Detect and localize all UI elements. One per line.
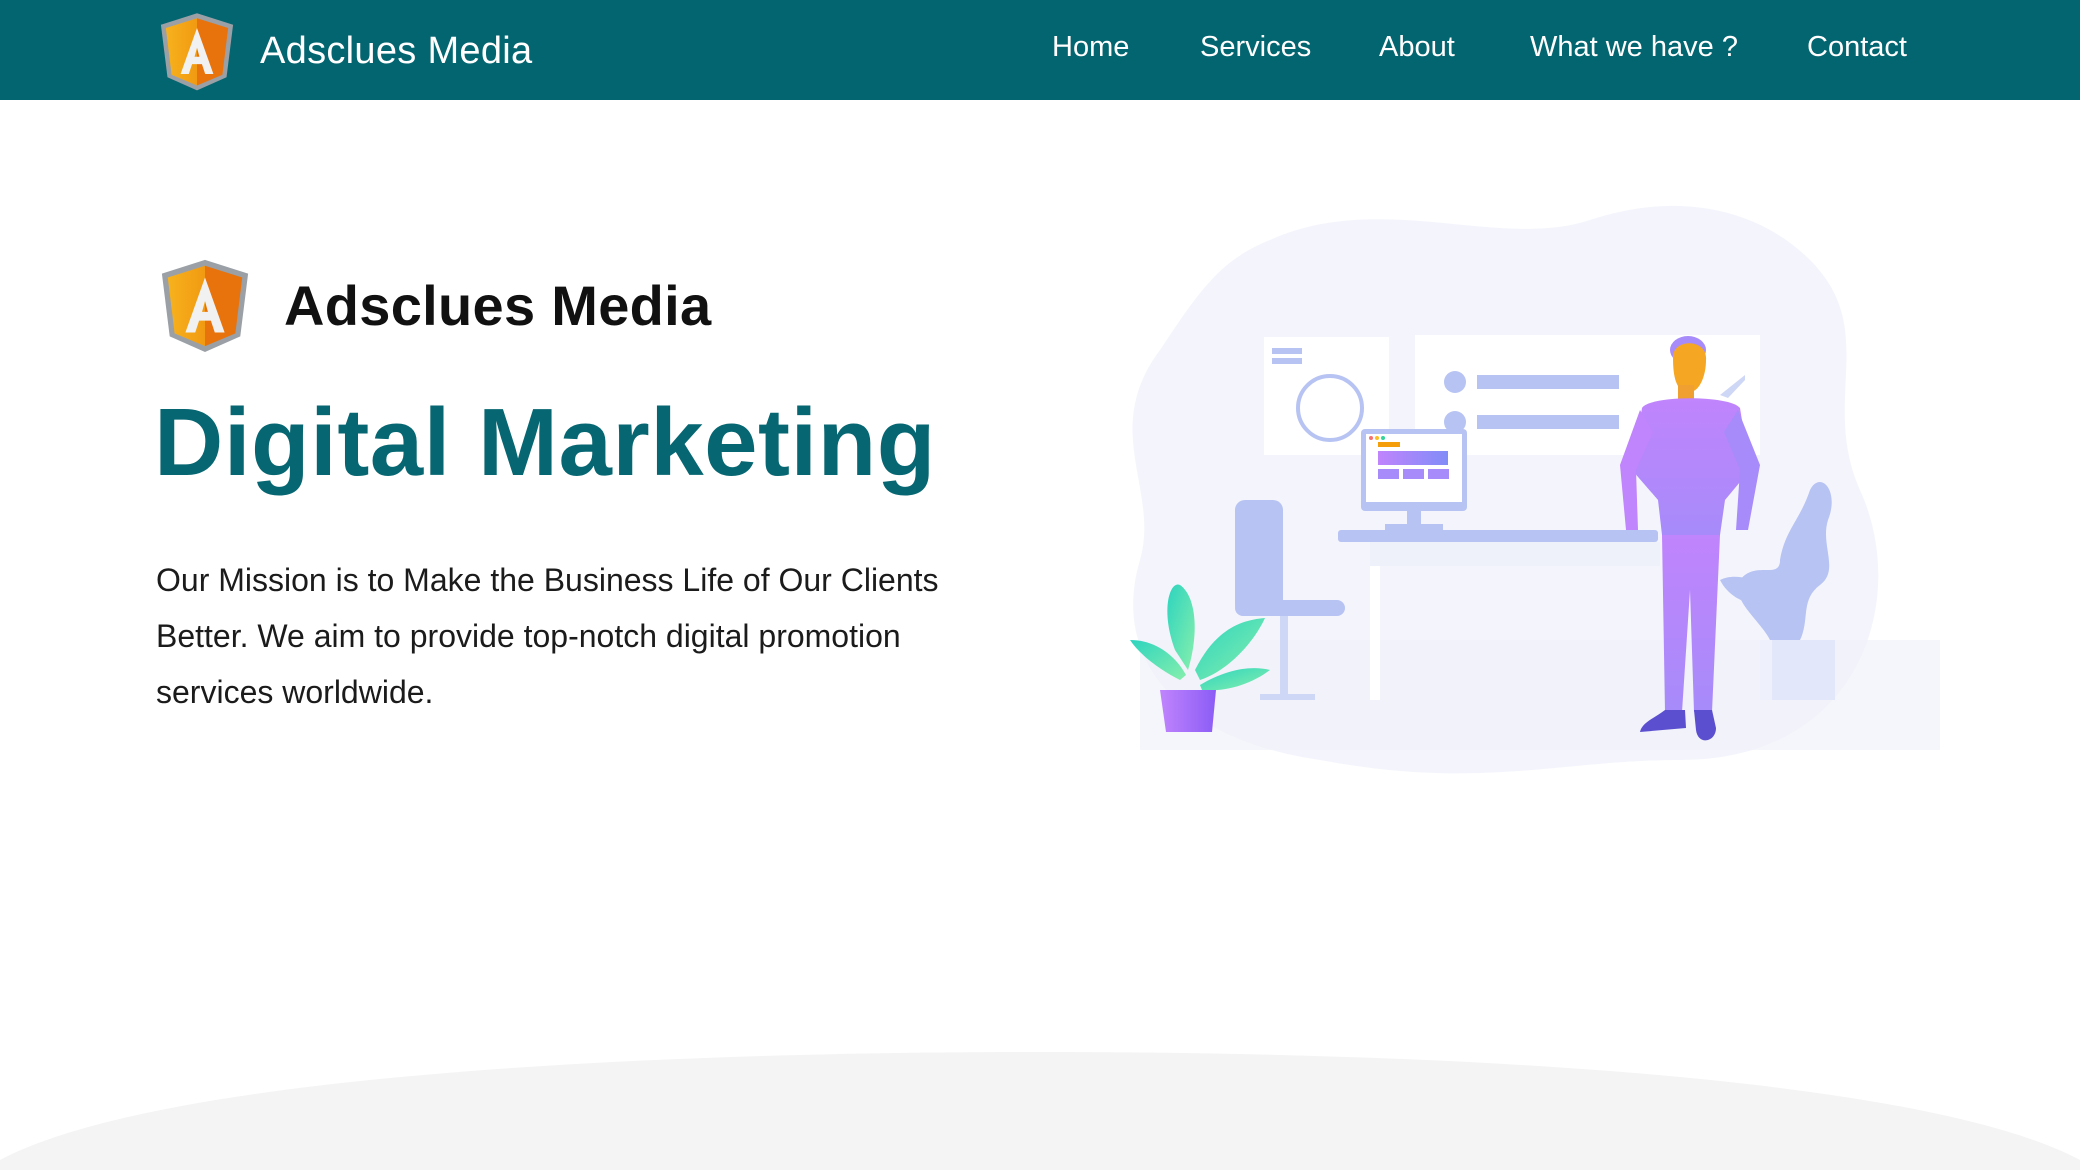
- nav-link-home[interactable]: Home: [1052, 31, 1129, 64]
- hero-title: Digital Marketing: [154, 389, 936, 496]
- mission-statement: Our Mission is to Make the Business Life…: [156, 562, 939, 710]
- hero-brand: Adsclues Media: [156, 255, 711, 355]
- hero-logo-icon: [161, 259, 249, 353]
- bottom-wave-decoration: [0, 1052, 2080, 1170]
- nav-link-contact[interactable]: Contact: [1807, 31, 1907, 64]
- nav-link-what-we-have[interactable]: What we have ?: [1530, 31, 1738, 64]
- nav-link-services[interactable]: Services: [1200, 31, 1311, 64]
- hero-brand-name: Adsclues Media: [284, 273, 712, 337]
- top-navbar: Adsclues Media Home Services About What …: [0, 0, 2080, 100]
- nav-menu: Home Services About What we have ? Conta…: [0, 0, 2080, 100]
- office-person-illustration-icon: [1130, 205, 1940, 774]
- nav-link-about[interactable]: About: [1379, 31, 1455, 64]
